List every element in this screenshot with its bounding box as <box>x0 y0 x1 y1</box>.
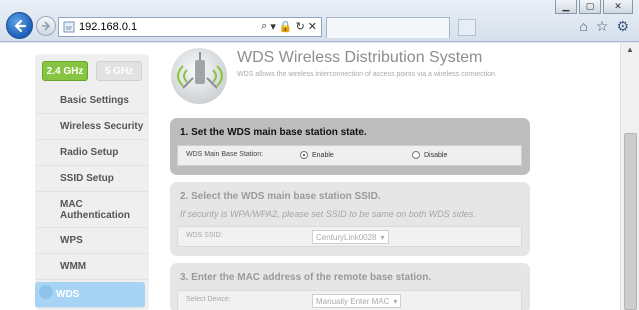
sidebar-item-label: Wireless Security <box>60 121 144 132</box>
stop-icon[interactable]: ✕ <box>308 20 317 33</box>
page-icon <box>63 21 75 33</box>
back-button[interactable] <box>6 12 33 39</box>
home-icon[interactable]: ⌂ <box>579 18 587 35</box>
section-title: 3. Enter the MAC address of the remote b… <box>180 272 432 283</box>
section-select-ssid: 2. Select the WDS main base station SSID… <box>170 182 530 256</box>
address-bar[interactable]: 192.168.0.1 ⌕ ▾ 🔒 ↻ ✕ <box>58 17 322 37</box>
wds-ssid-row: WDS SSID: CenturyLink0028 ▾ <box>177 226 522 247</box>
disable-label: Disable <box>424 151 448 159</box>
disable-radio[interactable] <box>412 151 420 159</box>
sidebar-item-label: WDS <box>56 289 80 300</box>
sidebar-item-label: Radio Setup <box>60 147 119 158</box>
band-5ghz-button[interactable]: 5 GHz <box>96 61 142 81</box>
enable-radio-option[interactable]: Enable <box>300 151 334 159</box>
sidebar-item-ssid-setup[interactable]: SSID Setup <box>35 166 149 192</box>
select-device-row: Select Device: Manually Enter MAC ▾ <box>177 290 522 310</box>
sidebar-item-wireless-security[interactable]: Wireless Security <box>35 114 149 140</box>
scroll-up-icon[interactable]: ▲ <box>623 45 637 59</box>
sidebar-item-mac-authentication[interactable]: MAC Authentication <box>35 192 149 228</box>
search-icon[interactable]: ⌕ <box>261 20 267 33</box>
wds-logo-icon <box>171 48 227 104</box>
wds-ssid-select[interactable]: CenturyLink0028 ▾ <box>312 230 389 244</box>
sidebar-item-label: WPS <box>60 235 83 246</box>
address-tools: ⌕ ▾ 🔒 ↻ ✕ <box>261 20 317 33</box>
new-tab-button[interactable] <box>458 19 476 36</box>
section-note: If security is WPA/WPA2, please set SSID… <box>180 209 476 219</box>
sidebar-item-wps[interactable]: WPS <box>35 228 149 254</box>
sidebar-item-radio-setup[interactable]: Radio Setup <box>35 140 149 166</box>
sidebar-item-label: WMM <box>60 261 87 272</box>
sidebar-item-wmm[interactable]: WMM <box>35 254 149 280</box>
refresh-icon[interactable]: ↻ <box>296 20 305 33</box>
forward-arrow-icon <box>42 21 51 31</box>
browser-tools: ⌂ ☆ ⚙ <box>579 18 629 35</box>
sidebar-item-wds[interactable]: WDS <box>35 282 145 308</box>
main-base-station-row: WDS Main Base Station: Enable Disable <box>177 145 522 166</box>
maximize-button[interactable]: ▢ <box>579 0 601 14</box>
section-main-base-station: 1. Set the WDS main base station state. … <box>170 118 530 175</box>
band-selector: 2.4 GHz 5 GHz <box>42 61 142 82</box>
sidebar-item-basic-settings[interactable]: Basic Settings <box>35 88 149 114</box>
sidebar-menu: Basic Settings Wireless Security Radio S… <box>35 88 149 308</box>
enable-radio[interactable] <box>300 151 308 159</box>
dropdown-icon[interactable]: ▾ <box>270 20 276 33</box>
minimize-button[interactable]: ▁ <box>555 0 577 14</box>
select-device-select[interactable]: Manually Enter MAC ▾ <box>312 294 402 308</box>
lock-icon[interactable]: 🔒 <box>279 20 293 33</box>
scroll-thumb[interactable] <box>624 133 637 310</box>
browser-toolbar: 192.168.0.1 ⌕ ▾ 🔒 ↻ ✕ ▁ ▢ ✕ ⌂ ☆ ⚙ <box>0 0 639 42</box>
forward-button[interactable] <box>36 16 56 36</box>
field-label: Select Device: <box>186 296 231 303</box>
page-description: WDS allows the wireless interconnection … <box>237 71 497 78</box>
enable-label: Enable <box>312 151 334 159</box>
field-label: WDS SSID: <box>186 232 223 239</box>
settings-gear-icon[interactable]: ⚙ <box>616 18 629 35</box>
page-title: WDS Wireless Distribution System <box>237 49 483 66</box>
active-indicator-icon <box>39 285 53 299</box>
favorites-icon[interactable]: ☆ <box>596 18 609 35</box>
sidebar-item-label: Basic Settings <box>60 95 129 106</box>
section-title: 1. Set the WDS main base station state. <box>180 127 367 138</box>
address-text: 192.168.0.1 <box>79 21 138 33</box>
vertical-scrollbar[interactable]: ▲ <box>620 43 639 310</box>
chevron-down-icon: ▾ <box>380 232 385 242</box>
window-controls: ▁ ▢ ✕ <box>555 0 633 14</box>
back-arrow-icon <box>14 19 26 32</box>
section-title: 2. Select the WDS main base station SSID… <box>180 191 381 202</box>
sidebar-item-label: SSID Setup <box>60 173 114 184</box>
select-value: Manually Enter MAC <box>316 296 390 306</box>
router-page: 2.4 GHz 5 GHz Basic Settings Wireless Se… <box>0 43 620 310</box>
disable-radio-option[interactable]: Disable <box>412 151 447 159</box>
field-label: WDS Main Base Station: <box>186 151 264 158</box>
sidebar: 2.4 GHz 5 GHz Basic Settings Wireless Se… <box>35 54 149 310</box>
select-value: CenturyLink0028 <box>316 232 377 242</box>
chevron-down-icon: ▾ <box>393 296 398 306</box>
band-24ghz-button[interactable]: 2.4 GHz <box>42 61 88 81</box>
section-remote-mac: 3. Enter the MAC address of the remote b… <box>170 263 530 310</box>
browser-tab[interactable] <box>326 17 450 38</box>
close-button[interactable]: ✕ <box>603 0 633 14</box>
sidebar-item-label: MAC Authentication <box>60 198 130 221</box>
